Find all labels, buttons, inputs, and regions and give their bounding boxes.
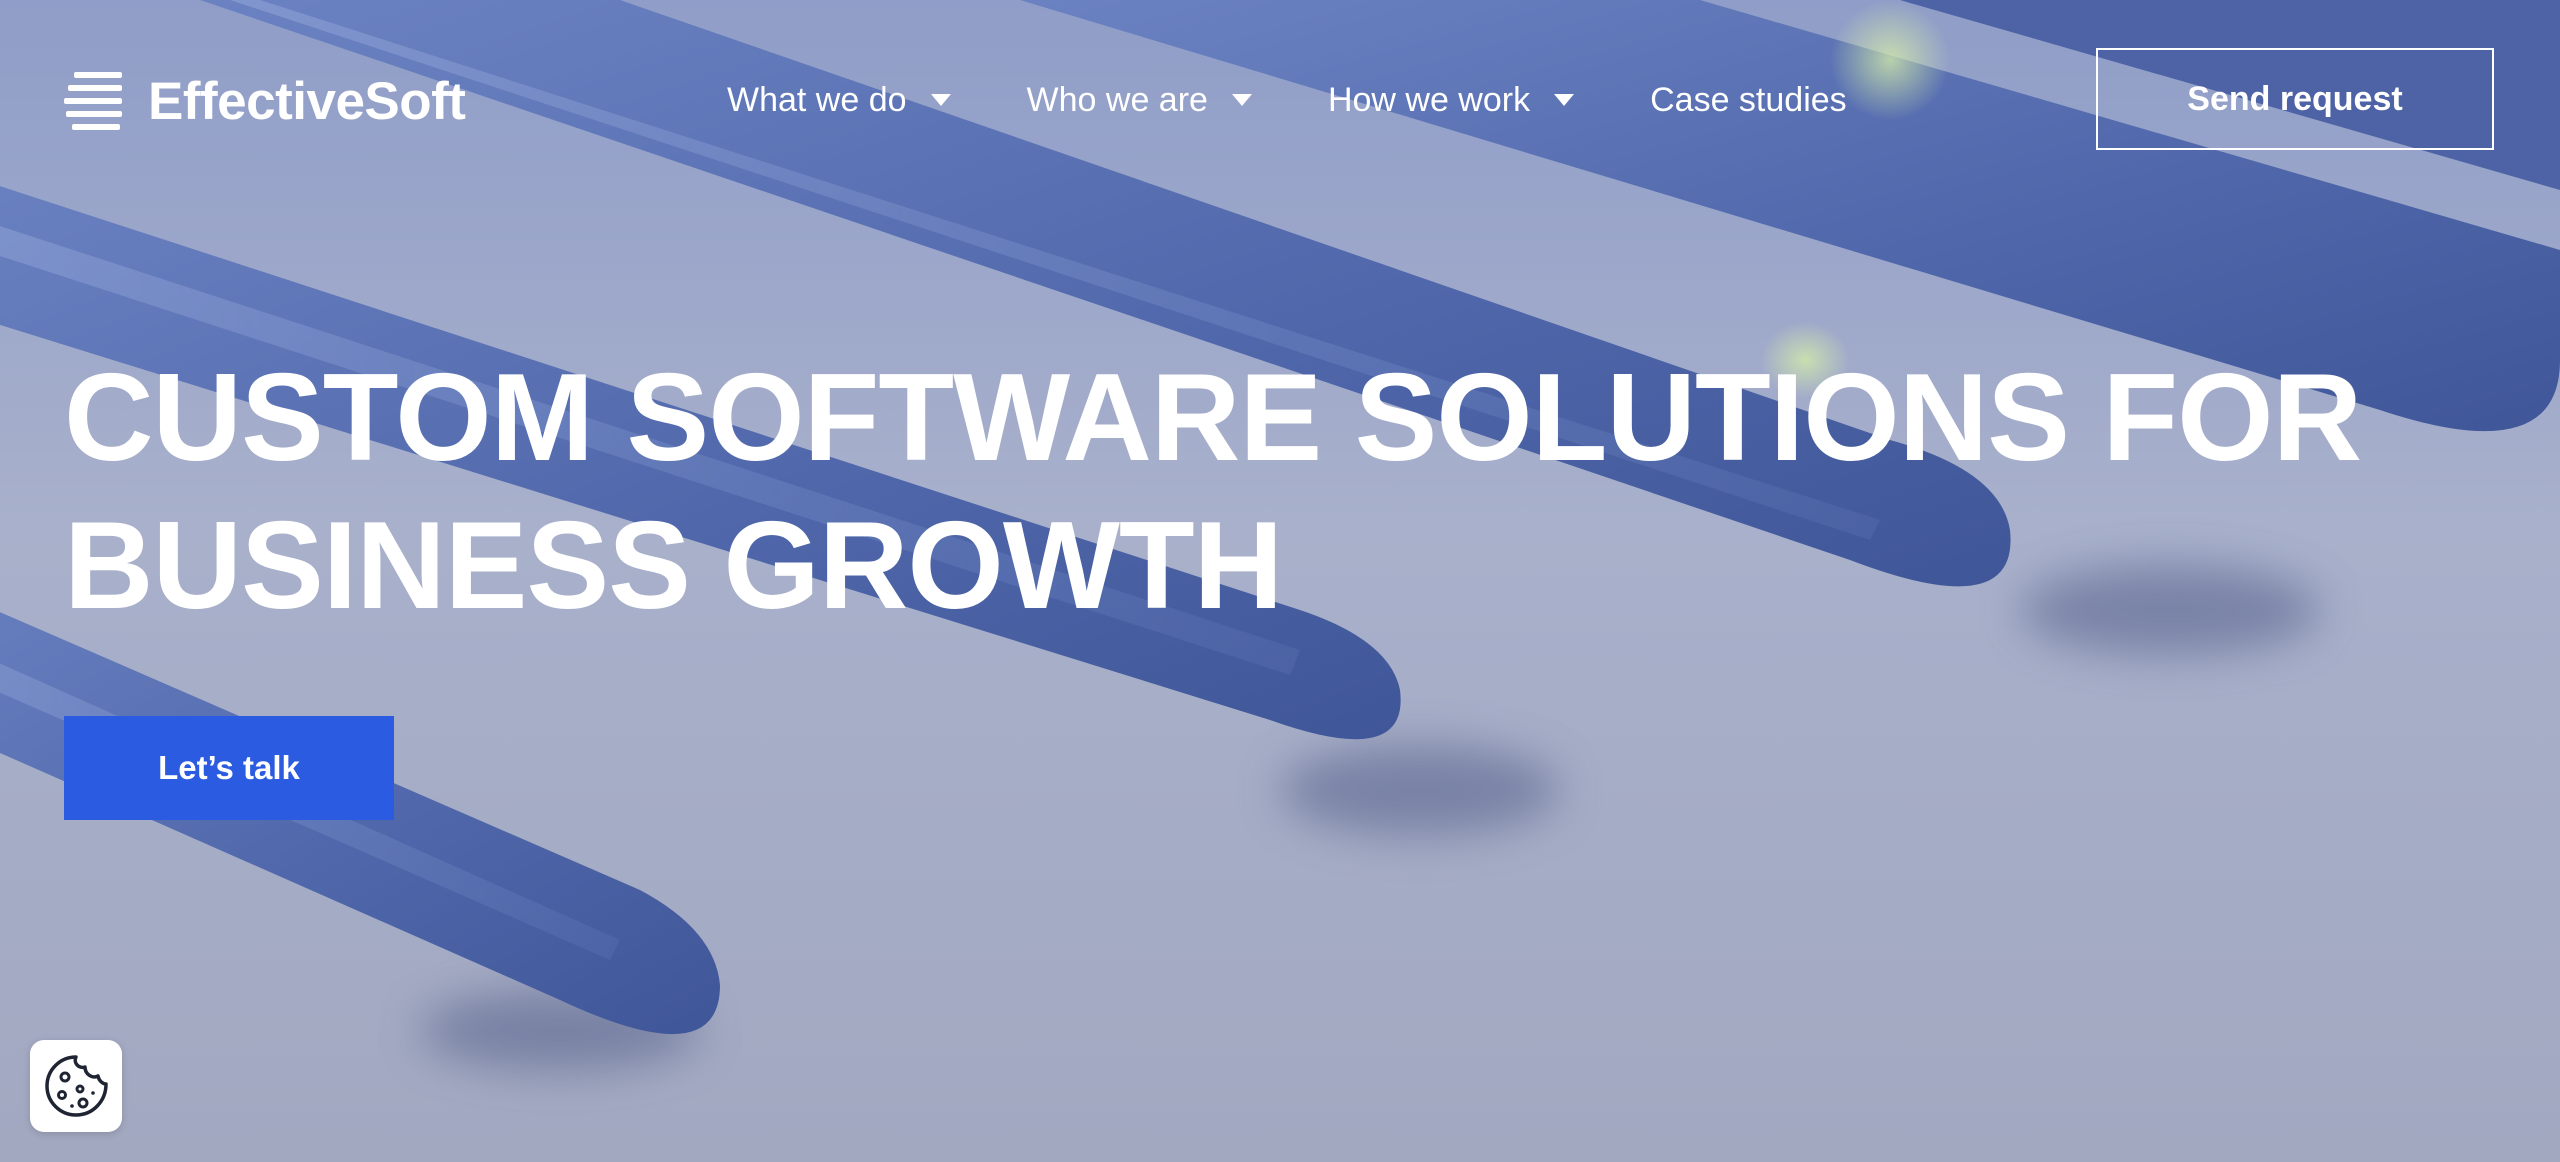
nav-item-label: Who we are: [1026, 80, 1208, 119]
nav-item-case-studies[interactable]: Case studies: [1650, 81, 1847, 120]
caret-down-icon: [1231, 94, 1252, 106]
stacked-lines-logo-icon: [64, 72, 122, 130]
caret-down-icon: [930, 94, 951, 106]
hero-headline-line-2: BUSINESS GROWTH: [64, 497, 1283, 635]
hero-headline-line-1: CUSTOM SOFTWARE SOLUTIONS FOR: [64, 349, 2362, 487]
nav-item-label: Case studies: [1650, 80, 1847, 119]
send-request-button[interactable]: Send request: [2096, 48, 2494, 150]
brand-logo[interactable]: EffectiveSoft: [64, 68, 466, 134]
caret-down-icon: [1554, 94, 1575, 106]
nav-item-label: How we work: [1327, 80, 1531, 119]
nav-item-who-we-are[interactable]: Who we are: [1027, 81, 1252, 120]
nav-item-label: What we do: [727, 80, 907, 119]
brand-name: EffectiveSoft: [148, 71, 466, 131]
hero-headline: CUSTOM SOFTWARE SOLUTIONS FOR BUSINESS G…: [64, 344, 2404, 640]
site-header: EffectiveSoft What we do Who we are How …: [0, 0, 2560, 200]
cookie-icon: [45, 1055, 108, 1117]
lets-talk-button[interactable]: Let’s talk: [64, 716, 394, 820]
nav-item-how-we-work[interactable]: How we work: [1327, 80, 1575, 120]
main-nav: What we do Who we are How we work Case s…: [727, 72, 1847, 128]
cookie-settings-button[interactable]: [30, 1040, 122, 1132]
nav-item-what-we-do[interactable]: What we do: [727, 81, 951, 120]
